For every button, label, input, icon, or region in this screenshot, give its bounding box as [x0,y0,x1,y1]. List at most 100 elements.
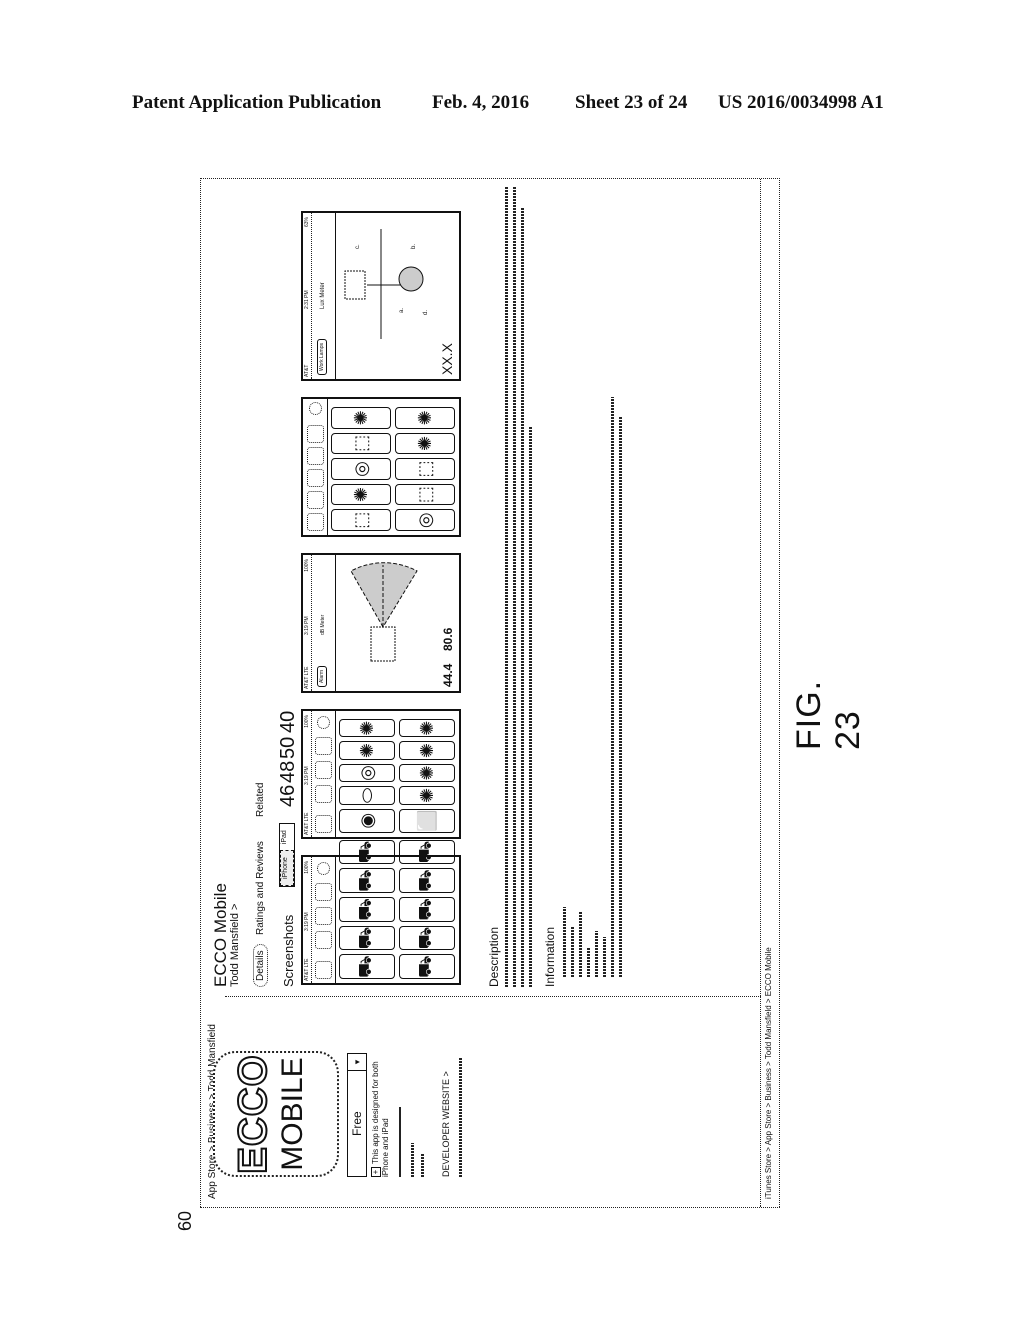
screenshot-3-db-meter[interactable]: AT&T LTE 3:19 PM 100% Alarm dB Meter 44.… [301,553,461,693]
toggle-ipad[interactable]: iPad [280,824,294,850]
toolbar-button[interactable] [315,907,332,925]
developer-website-link[interactable]: DEVELOPER WEBSITE > [441,1071,451,1177]
screenshot-2[interactable]: AT&T LTE 3:19 PM 100% ◉ ⬭ ◎ ✺ ✺ ⬜ ✺ ✺ ✺ [301,709,461,839]
toolbar-button[interactable] [307,491,324,509]
light-icon[interactable]: ⬚ [395,483,455,506]
truck-icon[interactable]: ⛟ [399,897,455,922]
work-lamps-button[interactable]: Work Lamps [317,339,327,375]
price-label: Free [350,1111,364,1136]
screen-title: dB Meter [320,614,326,635]
screenshots-heading: Screenshots [281,914,296,987]
phone-toolbar [311,711,336,837]
phone-toolbar: Work Lamps Lux Meter [311,213,336,379]
info-row [619,417,622,977]
light-icon[interactable]: ◎ [339,763,395,783]
tab-related[interactable]: Related [255,783,266,817]
app-icon: ECCO MOBILE [213,1051,339,1177]
ref-numeral-46: 46 [277,784,299,807]
light-icon[interactable]: ✺ [399,786,455,805]
time: 3:19 PM [304,766,310,785]
vehicle-shape [370,626,396,662]
ref-numeral-40: 40 [277,710,299,733]
carrier: AT&T [304,364,310,377]
price-button[interactable]: Free ▾ [347,1053,367,1177]
truck-icon[interactable]: ⛟ [399,868,455,894]
time: 3:19 PM [304,616,310,635]
toolbar-circle-button[interactable] [309,402,322,415]
light-icon[interactable]: ◉ [339,808,395,833]
info-row [571,927,574,977]
carrier: AT&T LTE [304,812,310,835]
developer-link[interactable]: Todd Mansfield > [229,904,241,987]
information-heading: Information [543,926,557,987]
light-icon[interactable]: ✺ [331,483,391,506]
point-label: a. [399,307,405,313]
divider [399,1107,401,1177]
description-text [505,187,508,987]
alarm-button[interactable]: Alarm [317,665,327,687]
toggle-iphone[interactable]: iPhone [280,850,294,886]
toolbar-button-48[interactable] [315,761,332,779]
light-icon[interactable]: ✺ [331,407,391,429]
main-content: ECCO Mobile Todd Mansfield > Details Rat… [211,179,761,997]
toolbar-button[interactable] [307,469,324,487]
box-icon[interactable]: ⬜ [399,808,455,833]
light-icon[interactable]: ⬚ [331,432,391,455]
patent-number: US 2016/0034998 A1 [718,92,884,113]
light-icon[interactable]: ✺ [399,763,455,783]
truck-icon[interactable]: ⛟ [399,839,455,865]
toolbar-circle-button-40[interactable] [317,716,330,729]
toolbar-button[interactable] [307,447,324,465]
ref-numeral-48: 48 [277,760,299,783]
toolbar-button[interactable] [315,815,332,833]
footer-breadcrumb-text[interactable]: iTunes Store > App Store > Business > To… [764,947,773,1199]
truck-icon[interactable]: ⛟ [399,925,455,951]
light-icon[interactable]: ◎ [395,509,455,531]
tab-details[interactable]: Details [253,944,268,987]
product-grid: ⛟ ⛟ ⛟ ⛟ ⛟ ⛟ ⛟ ⛟ ⛟ ⛟ [339,839,455,979]
light-icon[interactable]: ⬭ [339,786,395,805]
toolbar-circle-button[interactable] [317,862,330,875]
toolbar-button-46[interactable] [315,785,332,803]
db-readout-2: 80.6 [441,627,455,651]
tab-ratings[interactable]: Ratings and Reviews [255,841,266,935]
light-icon[interactable]: ⬚ [331,509,391,531]
truck-icon[interactable]: ⛟ [339,925,395,951]
battery: 100% [304,715,310,728]
light-icon[interactable]: ◎ [331,458,391,480]
toolbar-button[interactable] [315,931,332,949]
figure-label: FIG. 23 [790,679,867,750]
screenshot-5-lux-meter[interactable]: AT&T 2:31 PM 63% Work Lamps Lux Meter XX… [301,211,461,381]
app-store-window: App Store > Business > Todd Mansfield 60… [175,178,780,1231]
toolbar-button[interactable] [307,513,324,531]
light-icon[interactable]: ✺ [399,719,455,738]
truck-icon[interactable]: ⛟ [399,954,455,979]
light-icon[interactable]: ⬚ [395,458,455,480]
toolbar-button[interactable] [307,425,324,443]
truck-icon[interactable]: ⛟ [339,839,395,865]
light-icon[interactable]: ✺ [395,407,455,429]
light-icon[interactable]: ✺ [399,741,455,760]
compatibility-text: This app is designed for both iPhone and… [371,1061,390,1177]
toolbar-button-50[interactable] [315,737,332,755]
light-icon[interactable]: ✺ [339,741,395,760]
point-label: c. [355,244,361,249]
toolbar-button[interactable] [315,883,332,901]
phone-toolbar [303,399,328,535]
truck-icon[interactable]: ⛟ [339,868,395,894]
truck-icon[interactable]: ⛟ [339,954,395,979]
sound-coverage-diagram [350,562,418,662]
ref-numeral-60: 60 [175,1210,195,1231]
plus-icon: + [371,1167,381,1177]
screenshot-1[interactable]: AT&T LTE 3:19 PM 100% ⛟ ⛟ ⛟ ⛟ ⛟ ⛟ ⛟ ⛟ ⛟ [301,839,461,985]
light-icon[interactable]: ✺ [395,432,455,455]
chevron-down-icon[interactable]: ▾ [348,1054,366,1071]
truck-icon[interactable]: ⛟ [339,897,395,922]
lux-diagram [344,229,424,339]
light-icon[interactable]: ✺ [339,719,395,738]
toolbar-button[interactable] [315,961,332,979]
db-readout-1: 44.4 [441,663,455,687]
screenshot-4[interactable]: ⬚ ✺ ◎ ⬚ ✺ ◎ ⬚ ⬚ ✺ ✺ [301,397,461,537]
info-row [595,931,598,977]
info-row [587,947,590,977]
